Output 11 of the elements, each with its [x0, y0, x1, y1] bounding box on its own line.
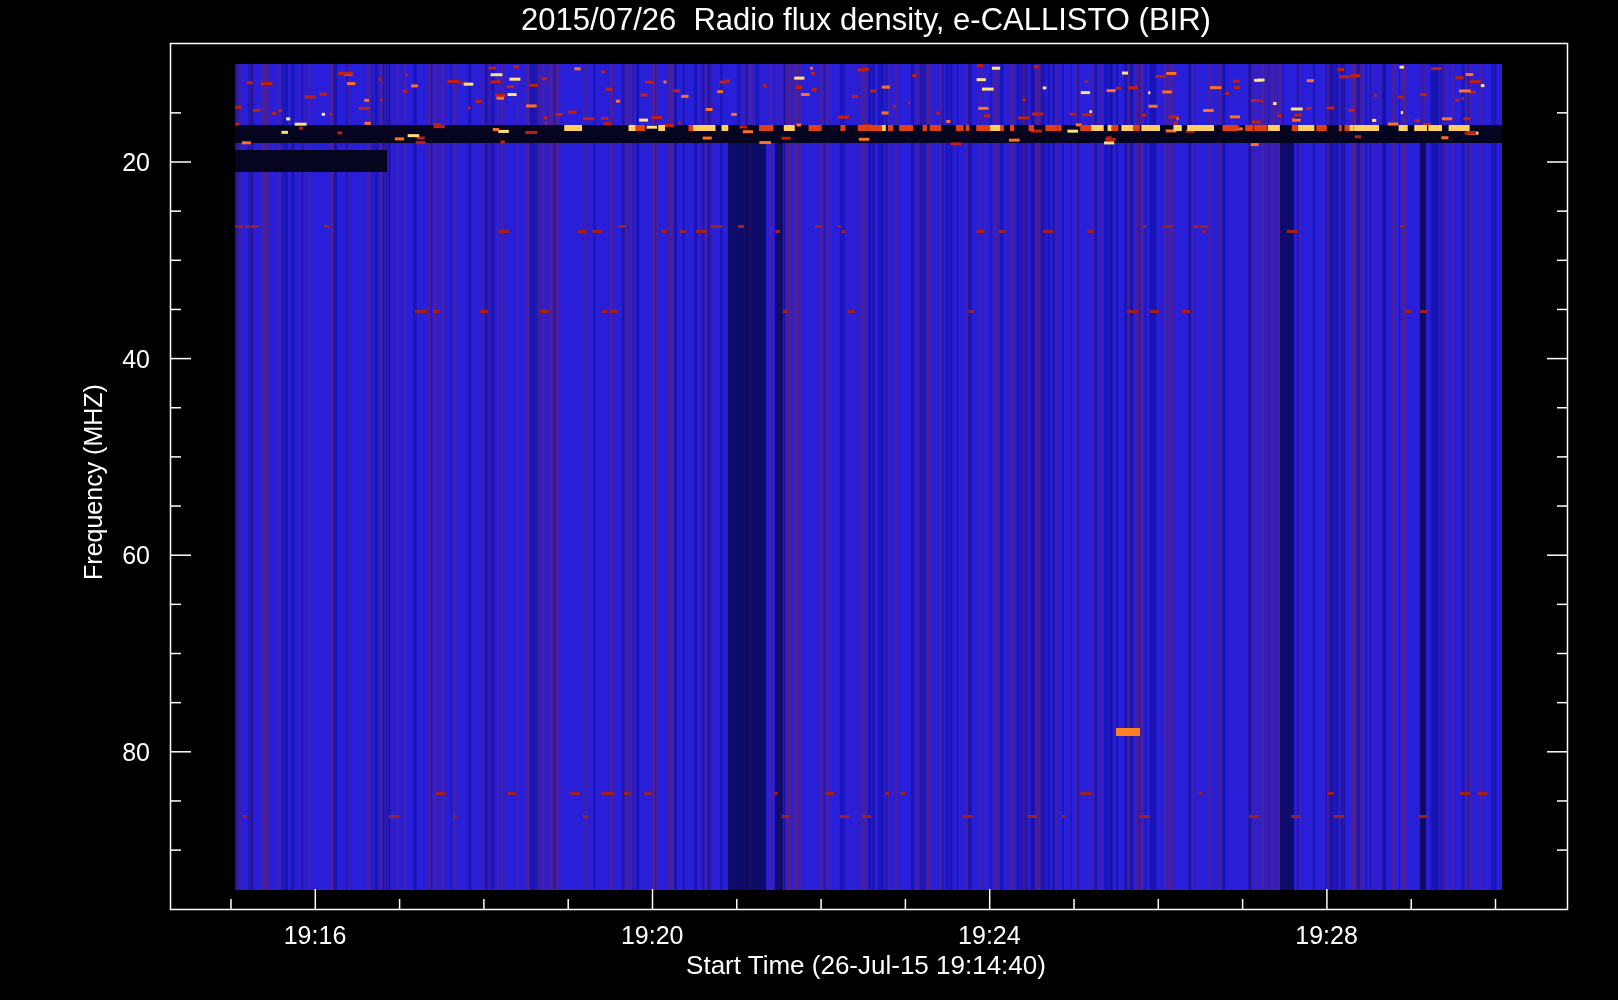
x-axis-label: Start Time (26-Jul-15 19:14:40)	[686, 950, 1046, 980]
x-tick-label: 19:24	[958, 921, 1021, 949]
y-axis-label: Frequency (MHZ)	[79, 384, 107, 580]
x-tick-label: 19:28	[1295, 921, 1358, 949]
x-tick-label: 19:16	[283, 921, 347, 949]
y-tick-label: 80	[122, 738, 150, 767]
chart-title: 2015/07/26 Radio flux density, e-CALLISTO (BIR)	[521, 2, 1211, 37]
y-tick-label: 20	[122, 148, 150, 176]
y-tick-label: 40	[122, 344, 150, 373]
y-tick-label: 60	[122, 541, 150, 570]
x-tick-label: 19:20	[620, 921, 684, 949]
